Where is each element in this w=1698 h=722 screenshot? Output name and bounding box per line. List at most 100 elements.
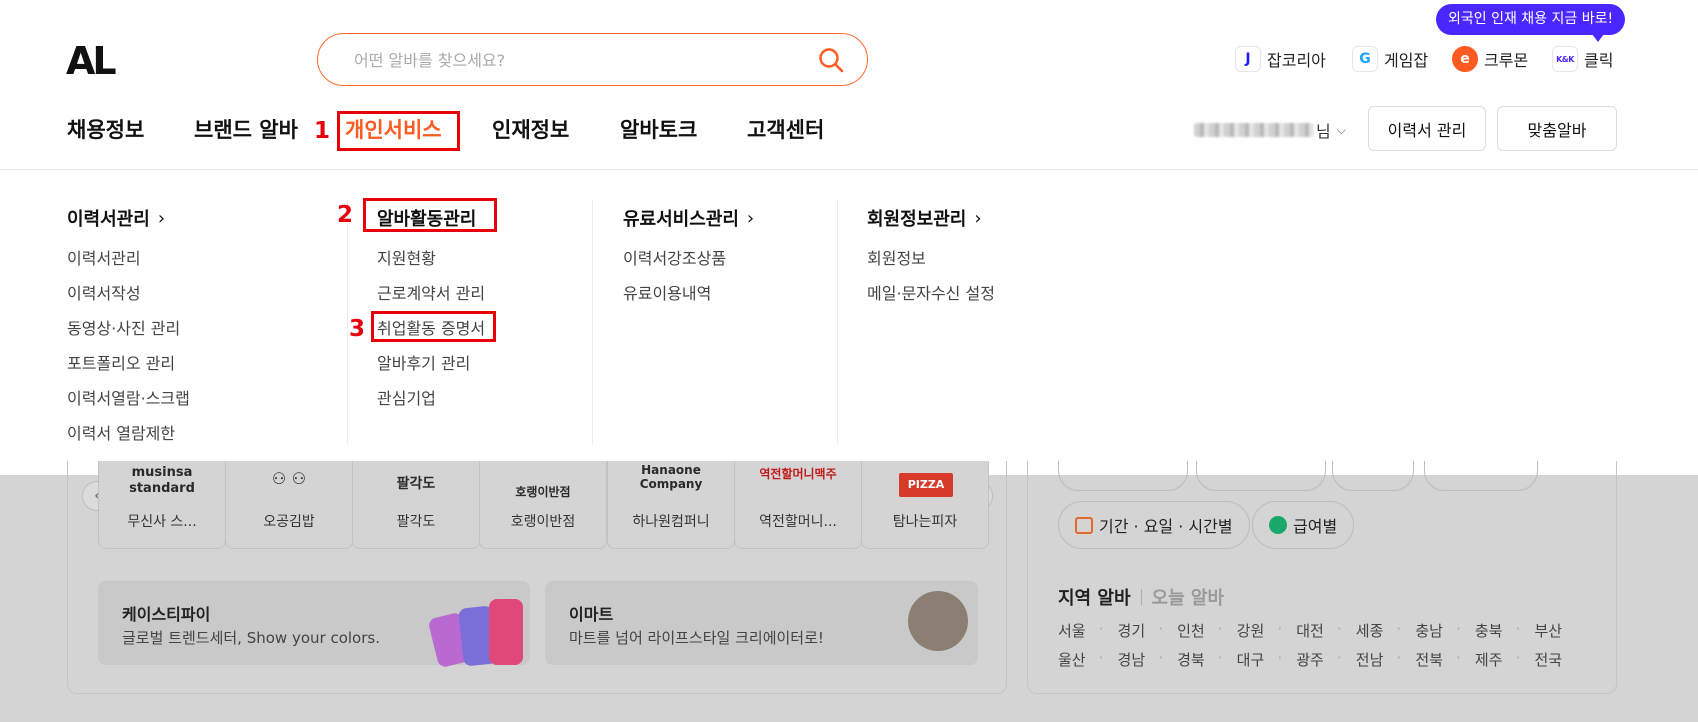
menu-title-alba-activity[interactable]: 알바활동관리 xyxy=(377,206,476,230)
tab-today-alba[interactable]: 오늘 알바 xyxy=(1152,584,1225,610)
chevron-down-icon: ⌵ xyxy=(1336,122,1346,137)
gamejob-icon: G xyxy=(1352,46,1378,72)
region-link[interactable]: 충남 xyxy=(1415,620,1475,641)
gnb-talent[interactable]: 인재정보 xyxy=(492,114,569,144)
menu-title-resume[interactable]: 이력서관리 › xyxy=(67,206,165,231)
filter-pill[interactable] xyxy=(1196,461,1326,491)
brand-card[interactable]: ⚇ ⚇ 오공김밥 xyxy=(225,461,353,549)
menu-item-employment-certificate[interactable]: 취업활동 증명서 xyxy=(377,315,485,339)
family-site-label: 잡코리아 xyxy=(1267,51,1326,70)
site-header: AL 외국인 인재 채용 지금 바로! J 잡코리아 G 게임잡 e 크루몬 K… xyxy=(0,0,1698,170)
brand-card[interactable]: Hanaone Company 하나원컴퍼니 xyxy=(607,461,735,549)
menu-item-notification-settings[interactable]: 메일·문자수신 설정 xyxy=(867,280,995,304)
menu-item-application-status[interactable]: 지원현황 xyxy=(377,245,436,269)
menu-item-labor-contract[interactable]: 근로계약서 관리 xyxy=(377,280,485,304)
menu-item-alba-review[interactable]: 알바후기 관리 xyxy=(377,350,470,374)
foreign-talent-tooltip[interactable]: 외국인 인재 채용 지금 바로! xyxy=(1436,4,1626,42)
brand-logo: musinsa standard xyxy=(129,465,195,496)
region-link[interactable]: 전국 xyxy=(1534,649,1594,670)
brand-logo: 역전할머니맥주 xyxy=(759,467,837,481)
emart-building-image xyxy=(908,591,968,651)
region-link[interactable]: 대전 xyxy=(1296,620,1356,641)
brand-name: 탐나는피자 xyxy=(892,514,958,530)
menu-item-paid-history[interactable]: 유료이용내역 xyxy=(623,280,711,304)
filter-period-day-time[interactable]: 기간 · 요일 · 시간별 xyxy=(1058,501,1250,549)
region-link[interactable]: 제주 xyxy=(1475,649,1535,670)
brand-logo: 호랭이반점 xyxy=(515,485,571,499)
menu-item-resume-scrap[interactable]: 이력서열람·스크랩 xyxy=(67,385,190,409)
region-link[interactable]: 경기 xyxy=(1118,620,1178,641)
region-link[interactable]: 부산 xyxy=(1534,620,1594,641)
menu-item-resume-manage[interactable]: 이력서관리 xyxy=(67,245,141,269)
brand-card[interactable]: PIZZA 탐나는피자 xyxy=(861,461,989,549)
region-link[interactable]: 대구 xyxy=(1237,649,1297,670)
region-link[interactable]: 전남 xyxy=(1356,649,1416,670)
gnb-customer-center[interactable]: 고객센터 xyxy=(747,114,824,144)
filter-pill[interactable] xyxy=(1424,461,1538,491)
region-link[interactable]: 광주 xyxy=(1296,649,1356,670)
family-site-jobkorea[interactable]: J 잡코리아 xyxy=(1235,46,1326,72)
username-blurred xyxy=(1194,123,1314,137)
brand-logo: 팔각도 xyxy=(396,476,436,492)
family-site-crewmon[interactable]: e 크루몬 xyxy=(1452,46,1528,72)
menu-item-portfolio[interactable]: 포트폴리오 관리 xyxy=(67,350,175,374)
menu-item-interest-company[interactable]: 관심기업 xyxy=(377,385,436,409)
menu-item-resume-write[interactable]: 이력서작성 xyxy=(67,280,141,304)
menu-item-media-manage[interactable]: 동영상·사진 관리 xyxy=(67,315,180,339)
calendar-icon xyxy=(1075,516,1093,534)
region-link[interactable]: 서울 xyxy=(1058,620,1118,641)
menu-item-resume-highlight[interactable]: 이력서강조상품 xyxy=(623,245,726,269)
user-menu[interactable]: 님 ⌵ xyxy=(1194,118,1346,142)
region-link[interactable]: 전북 xyxy=(1415,649,1475,670)
tab-region-alba[interactable]: 지역 알바 xyxy=(1058,584,1131,610)
brand-card[interactable]: musinsa standard 무신사 스... xyxy=(98,461,226,549)
menu-column-member-info: 회원정보관리 › xyxy=(867,206,982,231)
region-link[interactable]: 인천 xyxy=(1177,620,1237,641)
search-input[interactable] xyxy=(354,47,784,73)
filter-salary[interactable]: 급여별 xyxy=(1252,501,1355,549)
brand-card[interactable]: 팔각도 팔각도 xyxy=(352,461,480,549)
region-link[interactable]: 울산 xyxy=(1058,649,1118,670)
brand-name: 무신사 스... xyxy=(127,514,197,530)
menu-item-resume-restrict[interactable]: 이력서 열람제한 xyxy=(67,420,175,444)
search-bar xyxy=(317,33,868,86)
gnb-jobs[interactable]: 채용정보 xyxy=(67,114,144,144)
region-link[interactable]: 강원 xyxy=(1237,620,1297,641)
gnb-personal-service[interactable]: 개인서비스 xyxy=(345,114,442,144)
gnb-brand-alba[interactable]: 브랜드 알바 xyxy=(194,114,298,144)
banner-title: 이마트 xyxy=(569,605,614,624)
region-list: 서울 경기 인천 강원 대전 세종 충남 충북 부산 울산 경남 경북 대구 광… xyxy=(1058,620,1594,670)
banner-casetify[interactable]: 케이스티파이 글로벌 트렌드세터, Show your colors. xyxy=(98,581,530,669)
brand-logo: ⚇ ⚇ xyxy=(271,469,307,488)
region-tabs: 지역 알바 오늘 알바 xyxy=(1058,584,1224,610)
region-link[interactable]: 세종 xyxy=(1356,620,1416,641)
chevron-right-icon: › xyxy=(974,207,982,229)
brand-card[interactable]: 역전할머니맥주 역전할머니... xyxy=(734,461,862,549)
family-site-gamejob[interactable]: G 게임잡 xyxy=(1352,46,1428,72)
filter-pill[interactable] xyxy=(1332,461,1414,491)
tab-divider xyxy=(1140,589,1142,605)
region-link[interactable]: 충북 xyxy=(1475,620,1535,641)
user-suffix: 님 xyxy=(1316,122,1331,141)
brand-card[interactable]: 호랭이반점 호랭이반점 xyxy=(479,461,607,549)
menu-title-paid-service[interactable]: 유료서비스관리 › xyxy=(623,206,754,231)
menu-title-member-info[interactable]: 회원정보관리 › xyxy=(867,206,982,231)
region-link[interactable]: 경북 xyxy=(1177,649,1237,670)
menu-item-member-info[interactable]: 회원정보 xyxy=(867,245,926,269)
crewmon-icon: e xyxy=(1452,46,1478,72)
custom-alba-button[interactable]: 맞춤알바 xyxy=(1497,106,1617,151)
family-site-label: 클릭 xyxy=(1584,51,1614,70)
resume-manage-button[interactable]: 이력서 관리 xyxy=(1368,106,1486,151)
family-site-click[interactable]: K&K 클릭 xyxy=(1552,46,1613,72)
site-logo[interactable]: AL xyxy=(66,44,146,78)
banner-subtitle: 글로벌 트렌드세터, Show your colors. xyxy=(122,629,380,647)
brand-name: 호랭이반점 xyxy=(510,514,576,530)
brand-name: 역전할머니... xyxy=(759,514,837,530)
step-2-label: 2 xyxy=(337,202,354,228)
search-icon[interactable] xyxy=(817,46,845,74)
filter-pill[interactable] xyxy=(1058,461,1188,491)
click-icon: K&K xyxy=(1552,46,1578,72)
banner-emart[interactable]: 이마트 마트를 넘어 라이프스타일 크리에이터로! xyxy=(545,581,978,665)
gnb-alba-talk[interactable]: 알바토크 xyxy=(620,114,697,144)
region-link[interactable]: 경남 xyxy=(1118,649,1178,670)
